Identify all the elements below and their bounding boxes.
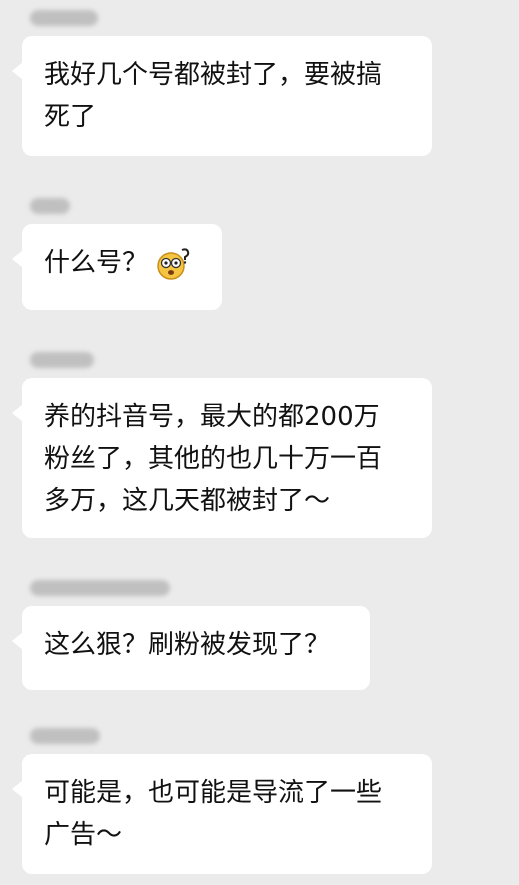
confused-face-icon bbox=[154, 247, 192, 281]
message-text-row: 什么号？ bbox=[44, 242, 200, 284]
chat-bubble[interactable]: 什么号？ bbox=[12, 224, 222, 310]
message-text: 养的抖音号，最大的都200万 bbox=[44, 402, 380, 432]
sender-name-blurred bbox=[30, 580, 170, 596]
message-text: 可能是，也可能是导流了一些 bbox=[44, 778, 383, 808]
sender-name-blurred bbox=[30, 728, 100, 744]
message-text: 死了 bbox=[44, 102, 97, 132]
chat-bubble[interactable]: 这么狠？刷粉被发现了？ bbox=[12, 606, 370, 690]
chat-bubble[interactable]: 养的抖音号，最大的都200万 粉丝了，其他的也几十万一百 多万，这几天都被封了～ bbox=[12, 378, 432, 538]
sender-name-blurred bbox=[30, 198, 70, 214]
sender-name-blurred bbox=[30, 10, 98, 26]
message-text: 广告～ bbox=[44, 820, 123, 850]
message-text: 什么号？ bbox=[44, 248, 149, 278]
message-text: 粉丝了，其他的也几十万一百 bbox=[44, 444, 383, 474]
chat-bubble[interactable]: 可能是，也可能是导流了一些 广告～ bbox=[12, 754, 432, 874]
chat-bubble[interactable]: 我好几个号都被封了，要被搞 死了 bbox=[12, 36, 432, 156]
message-text: 多万，这几天都被封了～ bbox=[44, 486, 331, 516]
message-text: 这么狠？刷粉被发现了？ bbox=[44, 630, 331, 660]
sender-name-blurred bbox=[30, 352, 94, 368]
message-text: 我好几个号都被封了，要被搞 bbox=[44, 60, 383, 90]
